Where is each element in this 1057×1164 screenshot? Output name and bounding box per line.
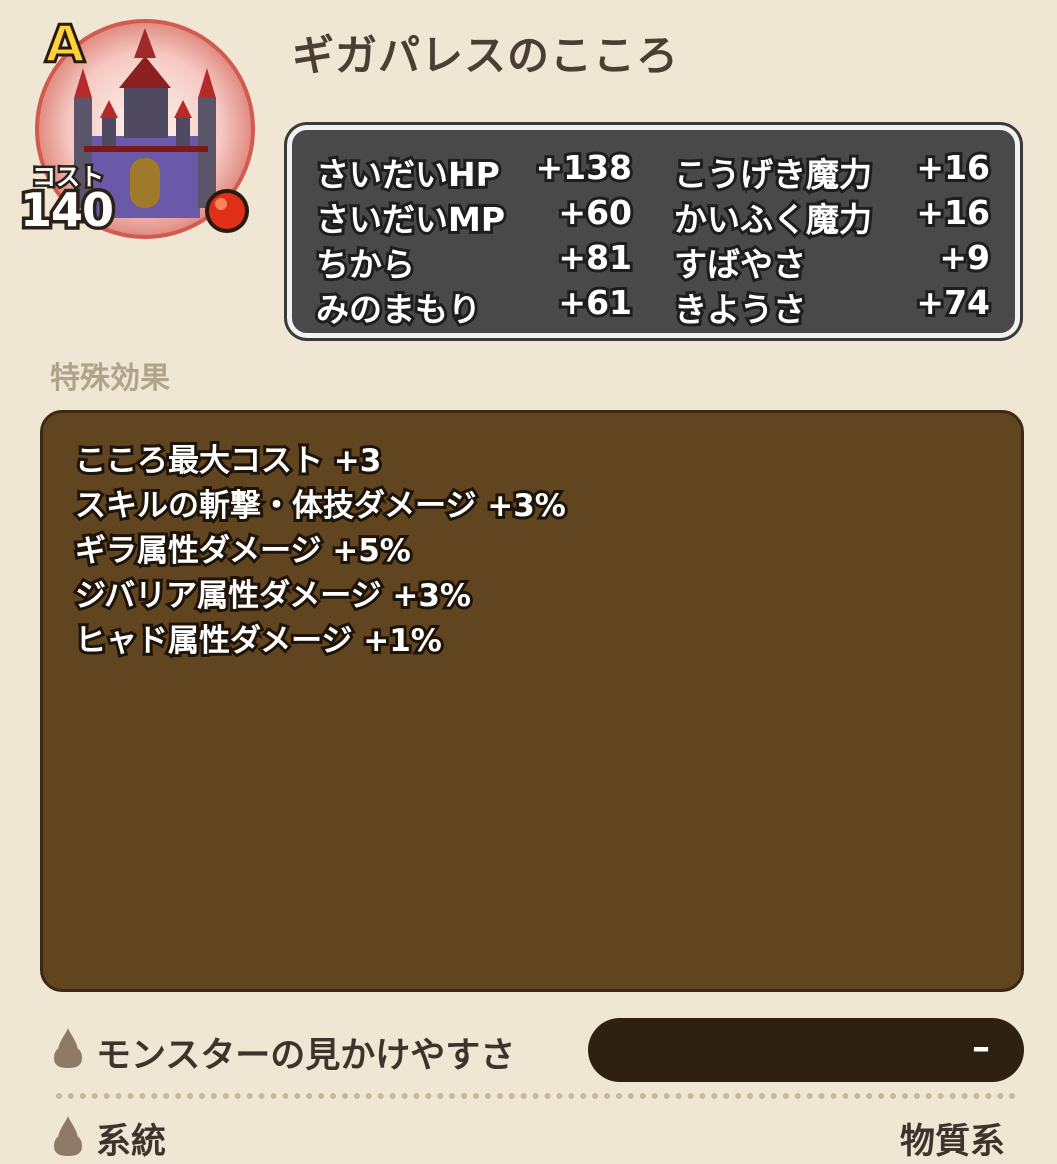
stat-value: +81 bbox=[555, 235, 635, 280]
drop-icon bbox=[54, 1116, 82, 1156]
type-value: 物質系 bbox=[899, 1122, 1005, 1162]
visibility-value-field: – bbox=[588, 1018, 1024, 1082]
stat-value: +138 bbox=[532, 145, 635, 190]
visibility-value: – bbox=[972, 1027, 990, 1068]
stat-label: さいだいMP bbox=[313, 197, 508, 242]
effect-item: スキルの斬撃・体技ダメージ +3% bbox=[72, 485, 569, 527]
special-effects-panel: こころ最大コスト +3 スキルの斬撃・体技ダメージ +3% ギラ属性ダメージ +… bbox=[40, 410, 1024, 992]
effect-item: ギラ属性ダメージ +5% bbox=[72, 530, 414, 572]
page-title: ギガパレスのこころ bbox=[292, 31, 680, 80]
stat-label: すばやさ bbox=[671, 242, 809, 287]
divider bbox=[56, 1093, 1016, 1099]
stat-value: +60 bbox=[555, 190, 635, 235]
stat-label: こうげき魔力 bbox=[671, 152, 875, 197]
effect-item: ジバリア属性ダメージ +3% bbox=[72, 575, 474, 617]
special-effects-heading: 特殊効果 bbox=[50, 361, 170, 396]
stat-value: +61 bbox=[555, 280, 635, 325]
stat-value: +74 bbox=[913, 280, 993, 325]
type-label: 系統 bbox=[96, 1122, 167, 1162]
stat-value: +16 bbox=[913, 145, 993, 190]
stat-value: +9 bbox=[936, 235, 993, 280]
red-orb-icon bbox=[205, 189, 249, 233]
stats-panel: さいだいHP +138 さいだいMP +60 ちから +81 みのまもり +61… bbox=[287, 125, 1020, 338]
stat-value: +16 bbox=[913, 190, 993, 235]
effect-item: こころ最大コスト +3 bbox=[72, 440, 384, 482]
stat-label: みのまもり bbox=[313, 287, 484, 332]
rank-badge: A bbox=[43, 14, 86, 77]
stat-label: きようさ bbox=[671, 287, 809, 332]
drop-icon bbox=[54, 1028, 82, 1068]
effect-item: ヒャド属性ダメージ +1% bbox=[72, 620, 445, 662]
stat-label: さいだいHP bbox=[313, 152, 503, 197]
stat-label: かいふく魔力 bbox=[671, 197, 875, 242]
stat-label: ちから bbox=[313, 242, 418, 287]
cost-value: 140 bbox=[16, 180, 117, 241]
visibility-label: モンスターの見かけやすさ bbox=[96, 1036, 516, 1076]
